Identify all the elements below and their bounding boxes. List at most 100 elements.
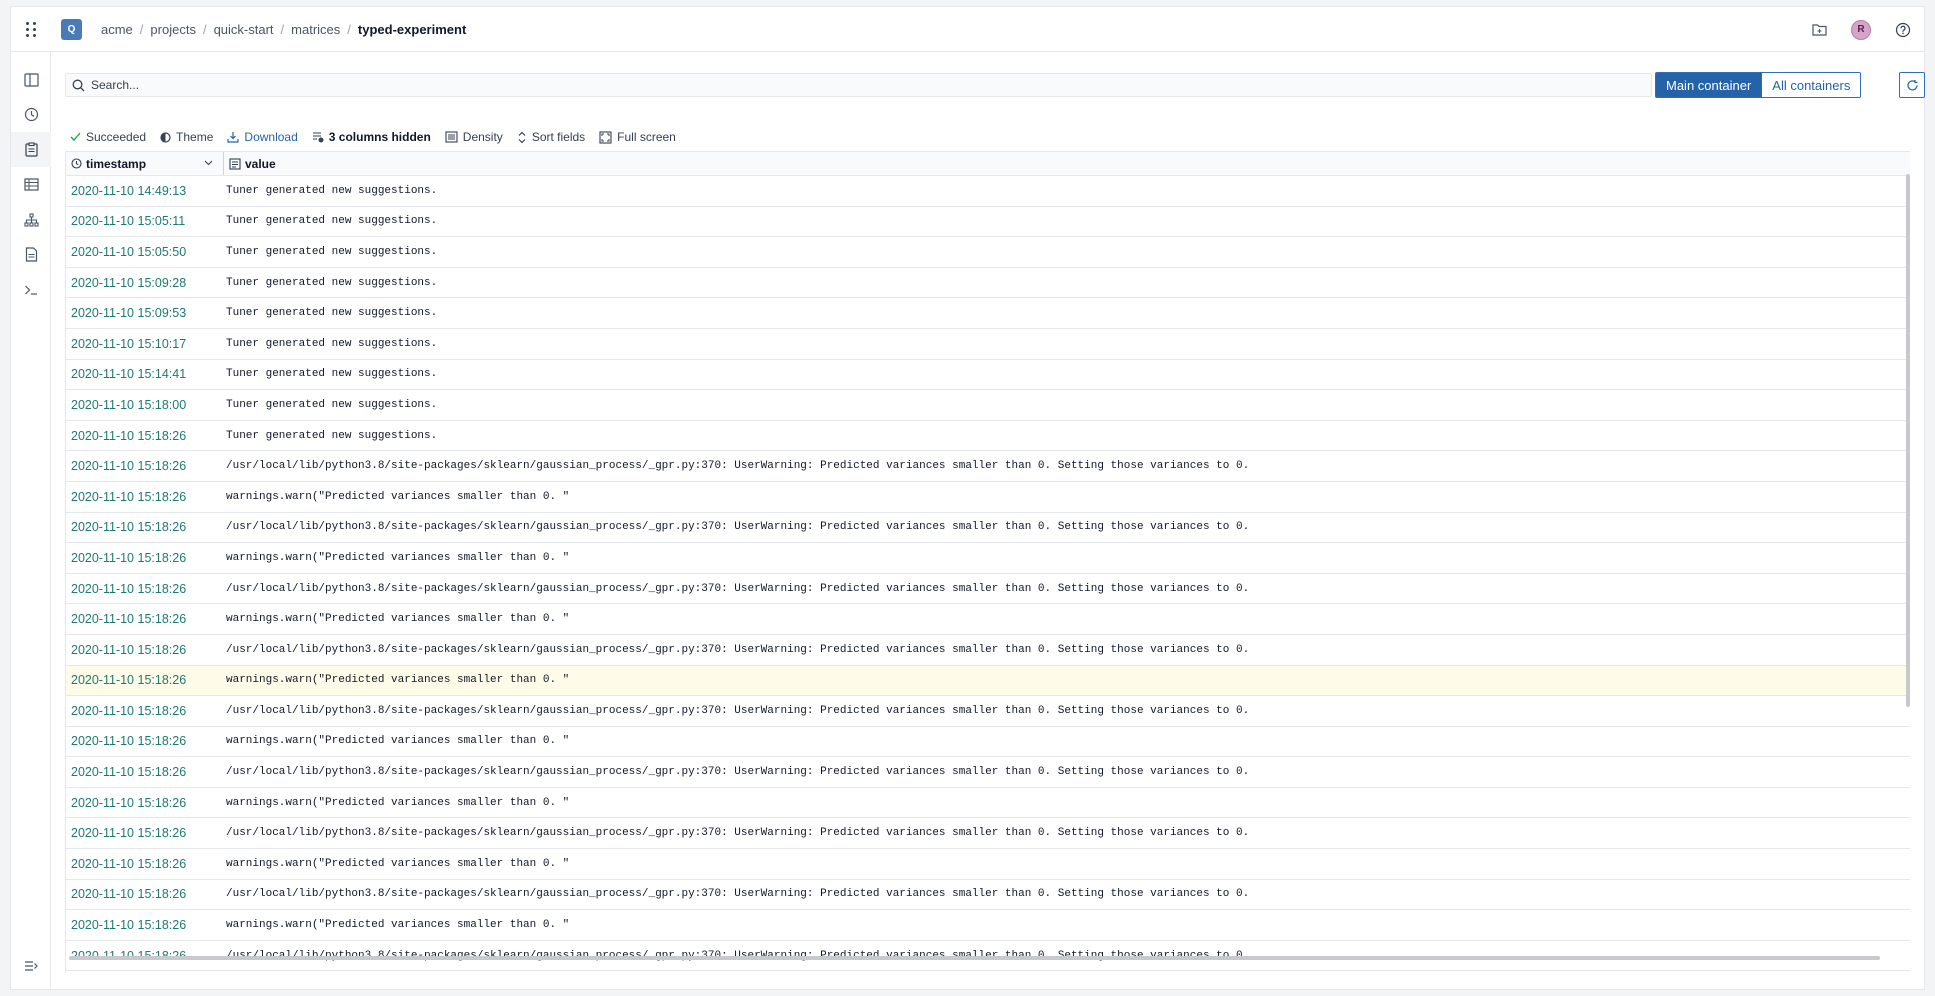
breadcrumb-item-projects[interactable]: projects [150, 22, 196, 37]
sidebar-item-logs[interactable] [11, 132, 51, 167]
table-row[interactable]: 2020-11-10 15:05:11 Tuner generated new s… [66, 207, 1910, 238]
apps-menu-button[interactable] [11, 7, 51, 52]
full-screen-button[interactable]: Full screen [599, 130, 676, 144]
table-row[interactable]: 2020-11-10 15:18:26/usr/local/lib/python… [66, 451, 1910, 482]
table-row[interactable]: 2020-11-10 15:10:17 Tuner generated new s… [66, 329, 1910, 360]
chevron-down-icon[interactable] [204, 160, 213, 166]
table-body: 2020-11-10 14:49:13 Tuner generated new s… [66, 176, 1910, 972]
main-container-button[interactable]: Main container [1655, 72, 1763, 98]
panel-icon [23, 72, 39, 87]
left-sidebar [11, 52, 51, 991]
table-row[interactable]: 2020-11-10 15:18:26 warnings.warn("Predic… [66, 849, 1910, 880]
expand-sidebar-button[interactable] [11, 948, 51, 983]
hierarchy-icon [23, 212, 39, 227]
table-row[interactable]: 2020-11-10 15:18:00 Tuner generated new s… [66, 390, 1910, 421]
sidebar-item-terminal[interactable] [11, 272, 51, 307]
breadcrumb-item-matrices[interactable]: matrices [291, 22, 340, 37]
hidden-columns-button[interactable]: 3 columns hidden [312, 130, 431, 144]
sort-fields-button[interactable]: Sort fields [517, 130, 585, 144]
column-header-value[interactable]: value [224, 152, 1910, 175]
table-row[interactable]: 2020-11-10 14:49:13 Tuner generated new s… [66, 176, 1910, 207]
value-cell: Tuner generated new suggestions. [226, 337, 438, 350]
table-row[interactable]: 2020-11-10 15:05:50 Tuner generated new s… [66, 237, 1910, 268]
table-row[interactable]: 2020-11-10 15:18:26/usr/local/lib/python… [66, 696, 1910, 727]
table-row[interactable]: 2020-11-10 15:09:28 Tuner generated new s… [66, 268, 1910, 299]
table-row[interactable]: 2020-11-10 15:18:26 warnings.warn("Predic… [66, 665, 1910, 697]
container-toggle: Main container All containers [1655, 72, 1862, 98]
log-toolbar: Succeeded Theme Download 3 columns hidde… [70, 128, 690, 146]
breadcrumb: acme / projects / quick-start / matrices… [101, 22, 466, 37]
sidebar-item-history[interactable] [11, 97, 51, 132]
value-cell: /usr/local/lib/python3.8/site-packages/s… [226, 827, 1250, 840]
table-row[interactable]: 2020-11-10 15:18:26/usr/local/lib/python… [66, 574, 1910, 605]
vertical-scrollbar[interactable] [1906, 174, 1910, 707]
table-row[interactable]: 2020-11-10 15:18:26/usr/local/lib/python… [66, 635, 1910, 666]
all-containers-button[interactable]: All containers [1762, 72, 1862, 98]
clock-icon [71, 158, 82, 169]
table-row[interactable]: 2020-11-10 15:18:26 warnings.warn("Predic… [66, 482, 1910, 513]
table-row[interactable]: 2020-11-10 15:14:41 Tuner generated new s… [66, 360, 1910, 391]
sidebar-item-lineage[interactable] [11, 202, 51, 237]
table-row[interactable]: 2020-11-10 15:18:26/usr/local/lib/python… [66, 513, 1910, 544]
timestamp-cell: 2020-11-10 15:18:26 [71, 673, 187, 688]
horizontal-scrollbar[interactable] [69, 956, 1880, 960]
folder-button[interactable] [1798, 7, 1840, 52]
timestamp-cell: 2020-11-10 14:49:13 [71, 183, 187, 198]
table-row[interactable]: 2020-11-10 15:18:26 warnings.warn("Predic… [66, 543, 1910, 574]
table-row[interactable]: 2020-11-10 15:09:53 Tuner generated new s… [66, 298, 1910, 329]
user-menu-button[interactable]: R [1840, 7, 1882, 52]
sidebar-item-table[interactable] [11, 167, 51, 202]
value-cell: /usr/local/lib/python3.8/site-packages/s… [226, 521, 1250, 534]
help-button[interactable] [1882, 7, 1924, 52]
history-icon [24, 107, 38, 122]
folder-icon [1811, 24, 1827, 36]
timestamp-cell: 2020-11-10 15:18:26 [71, 856, 187, 871]
breadcrumb-separator: / [347, 21, 351, 37]
timestamp-cell: 2020-11-10 15:18:26 [71, 918, 187, 933]
help-icon [1895, 22, 1911, 37]
table-row[interactable]: 2020-11-10 15:18:26 warnings.warn("Predic… [66, 604, 1910, 635]
table-row[interactable]: 2020-11-10 15:18:26 warnings.warn("Predic… [66, 788, 1910, 819]
project-badge[interactable]: Q [61, 18, 82, 40]
download-label: Download [244, 130, 298, 144]
search-box[interactable] [65, 73, 1652, 97]
value-cell: Tuner generated new suggestions. [226, 429, 438, 442]
table-row[interactable]: 2020-11-10 15:18:26 Tuner generated new s… [66, 421, 1910, 452]
timestamp-cell: 2020-11-10 15:18:26 [71, 765, 187, 780]
breadcrumb-item-owner[interactable]: acme [101, 22, 133, 37]
hidden-columns-label: 3 columns hidden [328, 130, 431, 144]
breadcrumb-item-project[interactable]: quick-start [214, 22, 274, 37]
density-button[interactable]: Density [445, 130, 503, 144]
timestamp-cell: 2020-11-10 15:05:50 [71, 244, 187, 259]
column-header-timestamp[interactable]: timestamp [66, 152, 224, 175]
value-cell: Tuner generated new suggestions. [226, 307, 438, 320]
value-cell: warnings.warn("Predicted variances small… [226, 674, 570, 687]
table-row[interactable]: 2020-11-10 15:18:26/usr/local/lib/python… [66, 880, 1910, 911]
refresh-button[interactable] [1899, 72, 1925, 98]
breadcrumb-separator: / [139, 21, 144, 37]
timestamp-cell: 2020-11-10 15:05:11 [71, 214, 186, 229]
sidebar-item-overview[interactable] [11, 62, 51, 97]
theme-button[interactable]: Theme [160, 130, 213, 144]
table-row[interactable]: 2020-11-10 15:18:26 warnings.warn("Predic… [66, 727, 1910, 758]
search-row: Main container All containers [65, 72, 1925, 98]
table-row[interactable]: 2020-11-10 15:18:26 warnings.warn("Predic… [66, 910, 1910, 941]
value-cell: warnings.warn("Predicted variances small… [226, 919, 570, 932]
download-button[interactable]: Download [227, 130, 298, 144]
clipboard-icon [24, 142, 38, 157]
value-cell: Tuner generated new suggestions. [226, 184, 438, 197]
table-row[interactable]: 2020-11-10 15:18:26/usr/local/lib/python… [66, 757, 1910, 788]
app-window: Q acme / projects / quick-start / matric… [10, 6, 1925, 991]
density-label: Density [462, 130, 503, 144]
expand-sidebar-icon [25, 960, 38, 971]
apps-grid-icon [25, 21, 37, 37]
search-input[interactable] [91, 78, 1591, 92]
timestamp-cell: 2020-11-10 15:18:26 [71, 428, 187, 443]
theme-icon [160, 131, 171, 143]
top-bar: Q acme / projects / quick-start / matric… [11, 7, 1924, 52]
table-row[interactable]: 2020-11-10 15:18:26/usr/local/lib/python… [66, 818, 1910, 850]
breadcrumb-separator: / [202, 21, 207, 37]
timestamp-cell: 2020-11-10 15:18:26 [71, 489, 187, 504]
sidebar-item-artifacts[interactable] [11, 237, 51, 272]
value-cell: warnings.warn("Predicted variances small… [226, 613, 570, 626]
